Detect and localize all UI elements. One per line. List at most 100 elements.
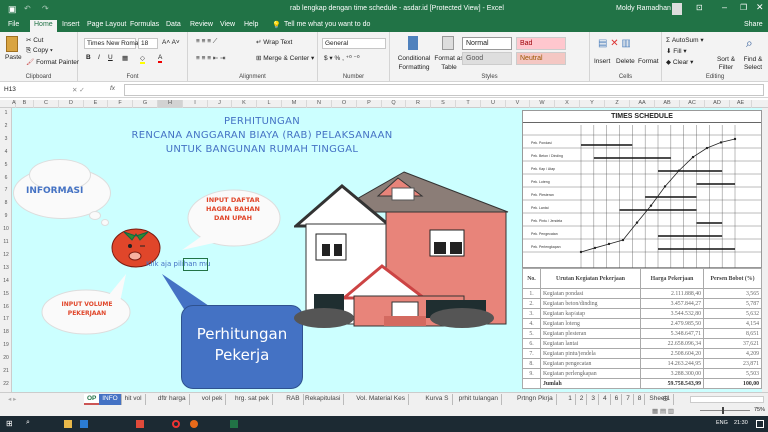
column-header[interactable]: L bbox=[257, 100, 282, 108]
tell-me-search[interactable]: Tell me what you want to do bbox=[280, 20, 374, 32]
app-icon[interactable] bbox=[136, 420, 144, 428]
sheet-tab[interactable]: 6 bbox=[612, 394, 623, 405]
firefox-icon[interactable] bbox=[190, 420, 198, 428]
format-as-table-button[interactable]: Format as Table bbox=[432, 54, 466, 72]
number-format-icons[interactable]: $ ▾ % , ⁺⁰ ⁻⁰ bbox=[324, 54, 360, 62]
tab-data[interactable]: Data bbox=[162, 20, 185, 32]
row-header[interactable]: 10 bbox=[0, 226, 12, 232]
restore-button[interactable]: ❐ bbox=[740, 3, 747, 12]
underline-button[interactable]: U bbox=[108, 54, 113, 61]
style-bad[interactable]: Bad bbox=[516, 37, 566, 50]
cut-button[interactable]: ✂ Cut bbox=[26, 36, 43, 44]
merge-center-button[interactable]: ⊞ Merge & Center ▾ bbox=[256, 54, 314, 62]
start-icon[interactable]: ⊞ bbox=[6, 419, 14, 428]
sheet-tab[interactable]: 1 bbox=[565, 394, 576, 405]
horizontal-scrollbar[interactable] bbox=[690, 396, 764, 403]
tab-home[interactable]: Home bbox=[30, 20, 57, 32]
name-box[interactable]: H13 bbox=[2, 85, 50, 94]
row-header[interactable]: 8 bbox=[0, 200, 12, 206]
row-header[interactable]: 2 bbox=[0, 123, 12, 129]
column-header[interactable]: AB bbox=[655, 100, 680, 108]
sheet-tab[interactable]: 7 bbox=[623, 394, 634, 405]
row-header[interactable]: 11 bbox=[0, 239, 12, 245]
font-color-icon[interactable]: A bbox=[158, 54, 163, 63]
sheet-tab[interactable]: vol pek bbox=[199, 394, 227, 405]
style-good[interactable]: Good bbox=[462, 52, 512, 65]
style-normal[interactable]: Normal bbox=[462, 37, 512, 50]
row-header[interactable]: 17 bbox=[0, 316, 12, 322]
search-icon[interactable]: ⌕ bbox=[26, 419, 34, 427]
clock[interactable]: 21:30 bbox=[734, 420, 748, 426]
conditional-formatting-button[interactable]: Conditional Formatting bbox=[396, 54, 432, 72]
sheet-tab[interactable]: hit vol bbox=[122, 394, 146, 405]
sheet-nav-arrows[interactable]: ◂ ▸ bbox=[8, 395, 16, 403]
italic-button[interactable]: I bbox=[98, 54, 100, 61]
save-icon[interactable]: ▣ bbox=[8, 4, 17, 15]
sheet-tab[interactable]: 3 bbox=[588, 394, 600, 405]
row-header[interactable]: 4 bbox=[0, 149, 12, 155]
font-name-select[interactable]: Times New Roma bbox=[84, 38, 138, 49]
column-header[interactable]: S bbox=[431, 100, 456, 108]
fill-button[interactable]: ⬇ Fill ▾ bbox=[666, 47, 687, 55]
bold-button[interactable]: B bbox=[86, 54, 91, 61]
column-header[interactable]: K bbox=[232, 100, 257, 108]
row-header[interactable]: 13 bbox=[0, 265, 12, 271]
zoom-slider-thumb[interactable] bbox=[722, 407, 724, 414]
sheet-tab[interactable]: hrg. sat pek bbox=[232, 394, 273, 405]
sheet-tab[interactable]: 2 bbox=[577, 394, 588, 405]
column-header[interactable]: P bbox=[357, 100, 382, 108]
redo-icon[interactable]: ↷ bbox=[42, 4, 49, 13]
undo-icon[interactable]: ↶ bbox=[24, 4, 31, 13]
font-grow-icon[interactable]: A˄ A˅ bbox=[162, 39, 180, 46]
column-header[interactable]: F bbox=[108, 100, 133, 108]
align-top-icons[interactable]: ≡ ≡ ≡ ⟋ bbox=[196, 38, 217, 46]
wrap-text-button[interactable]: ↵ Wrap Text bbox=[256, 38, 292, 46]
column-header[interactable]: X bbox=[555, 100, 580, 108]
zoom-slider[interactable] bbox=[700, 410, 750, 411]
font-size-select[interactable]: 18 bbox=[138, 38, 158, 49]
paste-button[interactable]: Paste bbox=[5, 54, 22, 61]
edge-icon[interactable] bbox=[80, 420, 88, 428]
column-header[interactable]: C bbox=[34, 100, 59, 108]
zoom-level[interactable]: 75% bbox=[754, 407, 765, 413]
column-header[interactable]: D bbox=[59, 100, 84, 108]
row-header[interactable]: 20 bbox=[0, 355, 12, 361]
row-header[interactable]: 19 bbox=[0, 342, 12, 348]
minimize-button[interactable]: – bbox=[722, 2, 727, 12]
column-header[interactable]: W bbox=[530, 100, 555, 108]
tab-page-layout[interactable]: Page Layout bbox=[83, 20, 130, 32]
tab-formulas[interactable]: Formulas bbox=[126, 20, 163, 32]
sort-filter-button[interactable]: Sort & Filter bbox=[714, 56, 738, 72]
file-explorer-icon[interactable] bbox=[64, 420, 72, 428]
column-header[interactable]: J bbox=[208, 100, 232, 108]
row-header[interactable]: 6 bbox=[0, 175, 12, 181]
row-header[interactable]: 16 bbox=[0, 304, 12, 310]
sheet-tab[interactable]: Vol. Material Kes bbox=[353, 394, 409, 405]
opera-icon[interactable] bbox=[172, 420, 180, 428]
formula-input[interactable] bbox=[124, 84, 764, 96]
sheet-tab[interactable]: Sheet1 bbox=[646, 394, 674, 405]
column-header[interactable]: AD bbox=[705, 100, 730, 108]
format-painter-button[interactable]: 🖌 Format Painter bbox=[26, 58, 79, 66]
view-buttons[interactable]: ▦ ▤ ▥ bbox=[652, 407, 674, 415]
format-cells-button[interactable]: Format bbox=[638, 58, 659, 65]
vertical-scrollbar[interactable] bbox=[762, 108, 768, 392]
sheet-tab[interactable]: prhit tulangan bbox=[456, 394, 502, 405]
fx-icon[interactable]: fx bbox=[110, 85, 115, 92]
row-header[interactable]: 1 bbox=[0, 110, 12, 116]
column-header[interactable]: U bbox=[481, 100, 506, 108]
column-header[interactable]: T bbox=[456, 100, 481, 108]
close-button[interactable]: ✕ bbox=[756, 2, 764, 13]
row-header[interactable]: 5 bbox=[0, 162, 12, 168]
column-header[interactable]: R bbox=[406, 100, 431, 108]
column-header[interactable]: H bbox=[158, 100, 183, 108]
sheet-tab[interactable]: Prtngn Pkrja bbox=[514, 394, 557, 405]
cancel-confirm-icons[interactable]: ✕ ✓ bbox=[72, 86, 85, 94]
number-format-select[interactable]: General bbox=[322, 38, 386, 49]
fill-color-icon[interactable]: ◇ bbox=[140, 54, 145, 64]
column-header[interactable]: O bbox=[332, 100, 357, 108]
sheet-tab[interactable]: Kurva S bbox=[422, 394, 453, 405]
column-header[interactable]: M bbox=[282, 100, 307, 108]
tab-view[interactable]: View bbox=[216, 20, 239, 32]
row-header[interactable]: 22 bbox=[0, 381, 12, 387]
